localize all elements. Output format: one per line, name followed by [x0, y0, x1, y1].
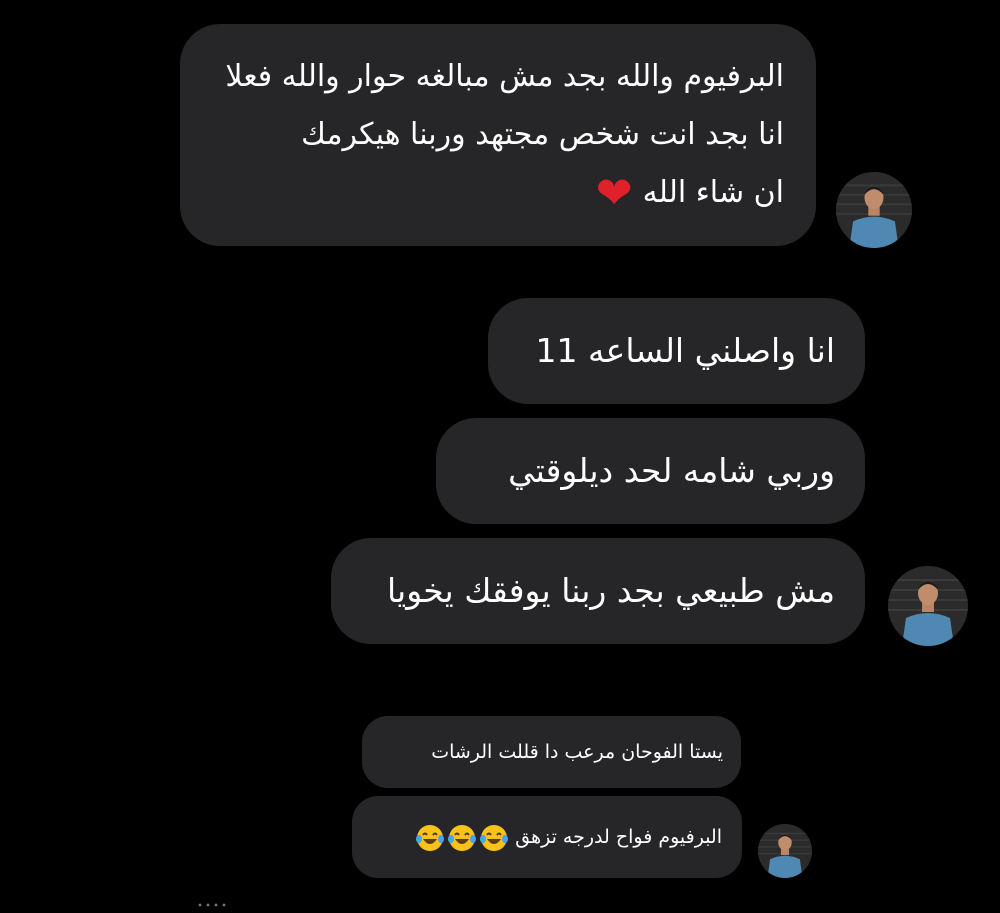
message-text: البرفيوم فواح لدرجه تزهق — [515, 826, 722, 848]
avatar[interactable] — [758, 824, 812, 878]
avatar[interactable] — [836, 172, 912, 248]
message-line: ان شاء الله ❤ — [200, 164, 784, 222]
avatar-icon — [888, 566, 968, 646]
red-heart-icon: ❤ — [595, 167, 633, 219]
message-bubble[interactable]: مش طبيعي بجد ربنا يوفقك يخويا — [331, 538, 865, 644]
avatar-icon — [836, 172, 912, 248]
message-bubble[interactable]: البرفيوم والله بجد مش مبالغه حوار والله … — [180, 24, 816, 246]
message-bubble[interactable]: البرفيوم فواح لدرجه تزهق — [352, 796, 742, 878]
message-text: مش طبيعي بجد ربنا يوفقك يخويا — [386, 571, 835, 610]
tears-of-joy-icon — [448, 825, 477, 851]
message-line: البرفيوم والله بجد مش مبالغه حوار والله … — [225, 59, 784, 94]
tears-of-joy-icon — [416, 825, 445, 851]
tears-of-joy-icon — [480, 825, 509, 851]
message-bubble[interactable]: يستا الفوحان مرعب دا قللت الرشات — [362, 716, 741, 788]
typing-dots-icon — [198, 903, 226, 907]
message-line-text: ان شاء الله — [642, 175, 784, 210]
message-text: وربي شامه لحد ديلوقتي — [508, 451, 835, 490]
message-bubble[interactable]: انا واصلني الساعه 11 — [488, 298, 865, 404]
message-line: البرفيوم فواح لدرجه تزهق — [372, 796, 722, 879]
avatar[interactable] — [888, 566, 968, 646]
laugh-emoji-group — [413, 797, 509, 879]
message-text: يستا الفوحان مرعب دا قللت الرشات — [431, 741, 723, 763]
message-line: انا بجد انت شخص مجتهد وربنا هيكرمك — [301, 117, 784, 152]
avatar-icon — [758, 824, 812, 878]
message-text: انا واصلني الساعه 11 — [535, 331, 836, 370]
message-bubble[interactable]: وربي شامه لحد ديلوقتي — [436, 418, 865, 524]
